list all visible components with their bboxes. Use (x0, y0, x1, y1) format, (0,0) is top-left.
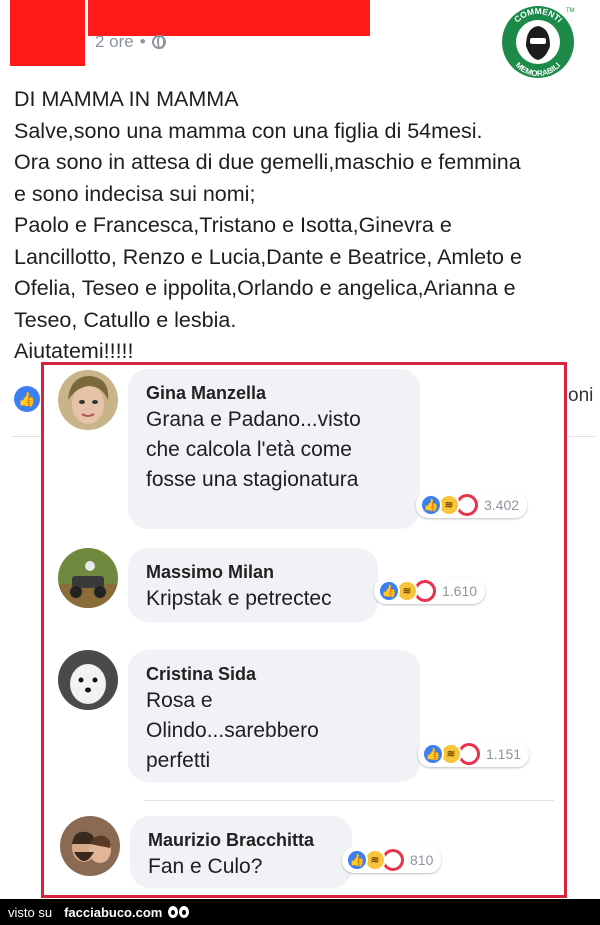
post-body: DI MAMMA IN MAMMA Salve,sono una mamma c… (14, 84, 594, 368)
redaction-avatar-block (10, 0, 85, 66)
post-line: Salve,sono una mamma con una figlia di 5… (14, 118, 483, 143)
comment-author[interactable]: Maurizio Bracchitta (148, 828, 338, 852)
logo-tm: TM (566, 8, 575, 14)
like-reaction-icon: 👍 (422, 743, 444, 765)
post-line: Lancillotto, Renzo e Lucia,Dante e Beatr… (14, 244, 522, 269)
reactions-summary[interactable]: 👍 ≋ 3.402 (416, 492, 528, 518)
post-line: Ora sono in attesa di due gemelli,maschi… (14, 150, 521, 174)
footer-prefix: visto su (8, 904, 53, 920)
avatar[interactable] (58, 548, 118, 608)
reactions-summary[interactable]: 👍 ≋ 1.151 (418, 741, 530, 767)
comment-bubble[interactable]: Cristina Sida Rosa e Olindo...sarebbero … (128, 650, 420, 782)
like-reaction-icon: 👍 (378, 580, 400, 602)
comment-author[interactable]: Gina Manzella (146, 381, 406, 405)
comment-line: Kripstak e petrectec (146, 587, 332, 610)
highlighted-comments-frame: Gina Manzella Grana e Padano...visto che… (41, 362, 567, 898)
comment-line: Grana e Padano...visto (146, 408, 361, 431)
comment-author[interactable]: Massimo Milan (146, 560, 364, 584)
eyes-icon (168, 906, 190, 918)
comment-bubble[interactable]: Maurizio Bracchitta Fan e Culo? (130, 816, 352, 888)
footer-site[interactable]: facciabuco.com (64, 905, 162, 920)
comment-bubble[interactable]: Massimo Milan Kripstak e petrectec (128, 548, 378, 622)
like-icon[interactable]: 👍 (14, 386, 40, 412)
post-heading: DI MAMMA IN MAMMA (14, 87, 239, 111)
like-reaction-icon: 👍 (420, 494, 442, 516)
post-time[interactable]: 2 ore (95, 32, 134, 52)
reaction-count: 1.610 (442, 583, 478, 599)
reaction-count: 1.151 (486, 746, 522, 762)
comment-line: Rosa e (146, 689, 213, 712)
post-side-text[interactable]: oni (568, 385, 593, 407)
globe-icon (151, 35, 166, 49)
comment-line: perfetti (146, 749, 211, 772)
avatar[interactable] (60, 816, 120, 876)
reactions-summary[interactable]: 👍 ≋ 810 (342, 847, 442, 873)
commenti-memorabili-logo: COMMENTI MEMORABILI TM (502, 6, 575, 78)
comment-line: che calcola l'età come (146, 438, 352, 461)
post-line: e sono indecisa sui nomi; (14, 181, 256, 206)
comment-author[interactable]: Cristina Sida (146, 662, 406, 686)
redaction-name-block (88, 0, 370, 36)
meta-dot: • (139, 32, 146, 51)
comment-bubble[interactable]: Gina Manzella Grana e Padano...visto che… (128, 369, 420, 529)
reaction-count: 810 (410, 852, 434, 868)
reaction-count: 3.402 (484, 497, 520, 513)
comment-line: Olindo...sarebbero (146, 719, 319, 742)
post-line: Paolo e Francesca,Tristano e Isotta,Gine… (14, 213, 452, 237)
comment-divider (144, 800, 554, 801)
like-reaction-icon: 👍 (346, 849, 368, 871)
comment-line: fosse una stagionatura (146, 468, 359, 491)
avatar[interactable] (58, 370, 118, 430)
avatar[interactable] (58, 650, 118, 710)
post-meta: 2 ore • (95, 32, 166, 52)
post-line: Ofelia, Teseo e ippolita,Orlando e angel… (14, 276, 516, 300)
comment-line: Fan e Culo? (148, 855, 263, 878)
post-line: Teseo, Catullo e lesbia. (14, 307, 237, 332)
reactions-summary[interactable]: 👍 ≋ 1.610 (374, 578, 486, 604)
watermark-footer: visto su facciabuco.com (0, 899, 600, 925)
